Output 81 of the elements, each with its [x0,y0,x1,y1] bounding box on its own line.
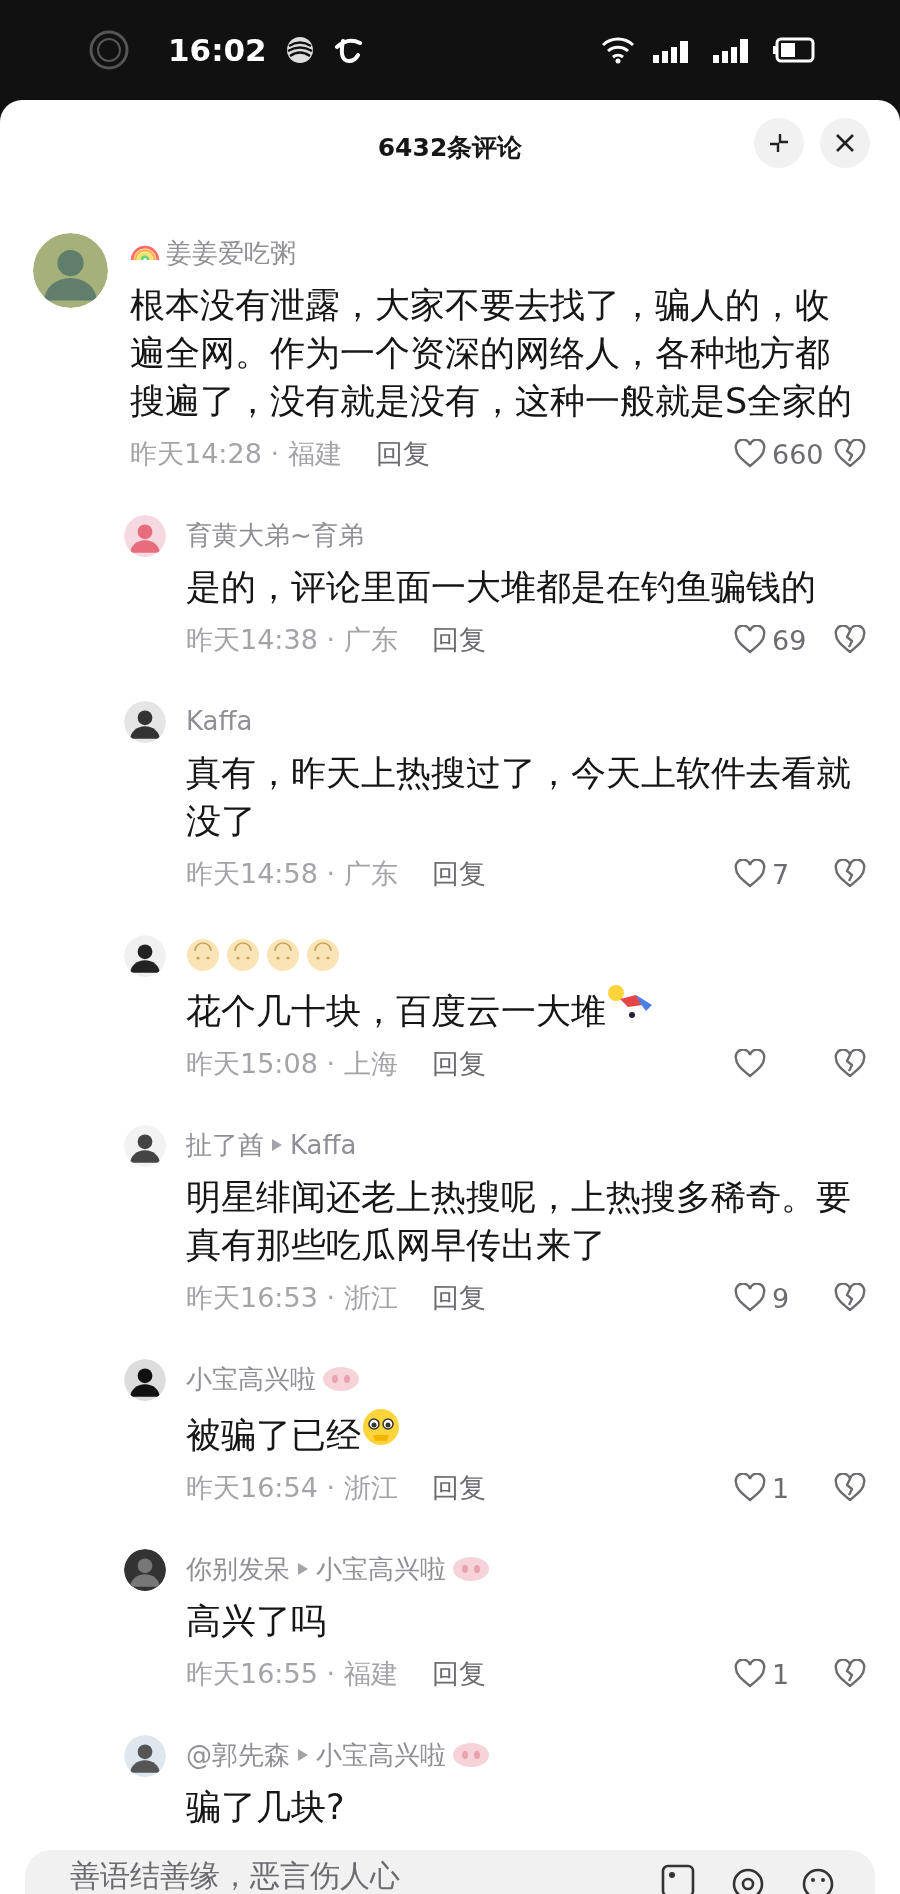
user-name[interactable]: 扯了酋 [186,1127,264,1163]
collapse-icon [767,131,791,155]
upside-down-face-icon [226,938,260,972]
comment-time-location: 昨天14:38 · 广东 [186,623,398,657]
like-count: 9 [772,1282,790,1314]
triangle-icon [270,1137,284,1153]
avatar[interactable] [124,1735,166,1777]
comment-time-location: 昨天16:54 · 浙江 [186,1471,398,1505]
comment-text: 被骗了已经 [186,1415,361,1455]
heart-icon [734,439,766,469]
reply-link[interactable]: 回复 [431,622,486,658]
upside-down-face-icon [186,938,220,972]
reply-to-name[interactable]: 小宝高兴啦 [316,1737,446,1773]
upside-down-face-icon [306,938,340,972]
reply-link[interactable]: 回复 [431,1656,486,1692]
comment-time-location: 昨天14:28 · 福建 [130,437,342,471]
reply-link[interactable]: 回复 [431,856,486,892]
avatar[interactable] [124,701,166,743]
comments-title: 6432条评论 [377,132,523,164]
user-name[interactable]: Kaffa [186,706,253,736]
globe-stripes-icon [284,35,315,65]
broken-heart-icon [834,1049,866,1079]
like-count: 69 [772,624,807,656]
avatar[interactable] [124,1125,166,1167]
comment-time-location: 昨天14:58 · 广东 [186,857,398,891]
comment-text: 根本没有泄露，大家不要去找了，骗人的，收遍全网。作为一个资深的网络人，各种地方都搜遍了，没有就是没有，这种一般就是S全家的 [130,285,853,421]
avatar[interactable] [124,1549,166,1591]
heart-icon [734,1049,766,1079]
broken-heart-icon [834,625,866,655]
broken-heart-icon [834,439,866,469]
close-button[interactable] [820,118,870,168]
pig-nose-icon [452,1742,490,1768]
reply-to-name[interactable]: Kaffa [290,1130,357,1160]
reply-to-name[interactable]: 小宝高兴啦 [316,1551,446,1587]
status-time: 16:02 [168,32,267,68]
heart-icon [734,859,766,889]
reply-link[interactable]: 回复 [431,1046,486,1082]
triangle-icon [296,1561,310,1577]
broken-heart-icon [834,1283,866,1313]
comment-time-location: 昨天15:08 · 上海 [186,1047,398,1081]
comment-text: 真有，昨天上热搜过了，今天上软件去看就没了 [186,753,851,841]
avatar[interactable] [124,1359,166,1401]
pleading-face-icon [361,1407,401,1447]
like-count: 1 [772,1658,790,1690]
comment-input-field[interactable]: 善语结善缘，恶言伤人心 [25,1850,875,1894]
wifi-icon [601,36,635,64]
pig-nose-icon [322,1366,360,1392]
like-count: 7 [772,858,790,890]
comment-text: 明星绯闻还老上热搜呢，上热搜多稀奇。要真有那些吃瓜网早传出来了 [186,1177,851,1265]
heart-icon [734,1283,766,1313]
comment-time-location: 昨天16:53 · 浙江 [186,1281,398,1315]
heart-icon [734,1659,766,1689]
comment-text: 花个几十块，百度云一大堆 [186,991,606,1031]
user-name[interactable]: 育黄大弟~育弟 [186,517,364,553]
reply-link[interactable]: 回复 [431,1470,486,1506]
user-name[interactable]: 小宝高兴啦 [186,1361,316,1397]
like-count: 660 [772,438,824,470]
like-count: 1 [772,1472,790,1504]
broken-heart-icon [834,1473,866,1503]
comment-time-location: 昨天16:55 · 福建 [186,1657,398,1691]
heart-icon [734,1473,766,1503]
comment-text: 是的，评论里面一大堆都是在钓鱼骗钱的 [186,567,816,607]
triangle-icon [296,1747,310,1763]
upside-down-face-icon [266,938,300,972]
rainbow-icon [130,245,160,261]
comment-text: 骗了几块? [186,1787,345,1827]
collapse-button[interactable] [754,118,804,168]
pig-nose-icon [452,1556,490,1582]
ring-icon [88,29,130,71]
battery-icon [773,37,815,63]
user-name[interactable]: 你别发呆 [186,1551,290,1587]
close-icon [834,132,856,154]
user-name[interactable]: @郭先森 [186,1737,290,1773]
comment-text: 高兴了吗 [186,1601,326,1641]
user-name[interactable]: 姜姜爱吃粥 [166,235,296,271]
avatar[interactable] [124,935,166,977]
broken-heart-icon [834,1659,866,1689]
broken-heart-icon [834,859,866,889]
reply-link[interactable]: 回复 [431,1280,486,1316]
reply-link[interactable]: 回复 [375,436,430,472]
heart-icon [734,625,766,655]
